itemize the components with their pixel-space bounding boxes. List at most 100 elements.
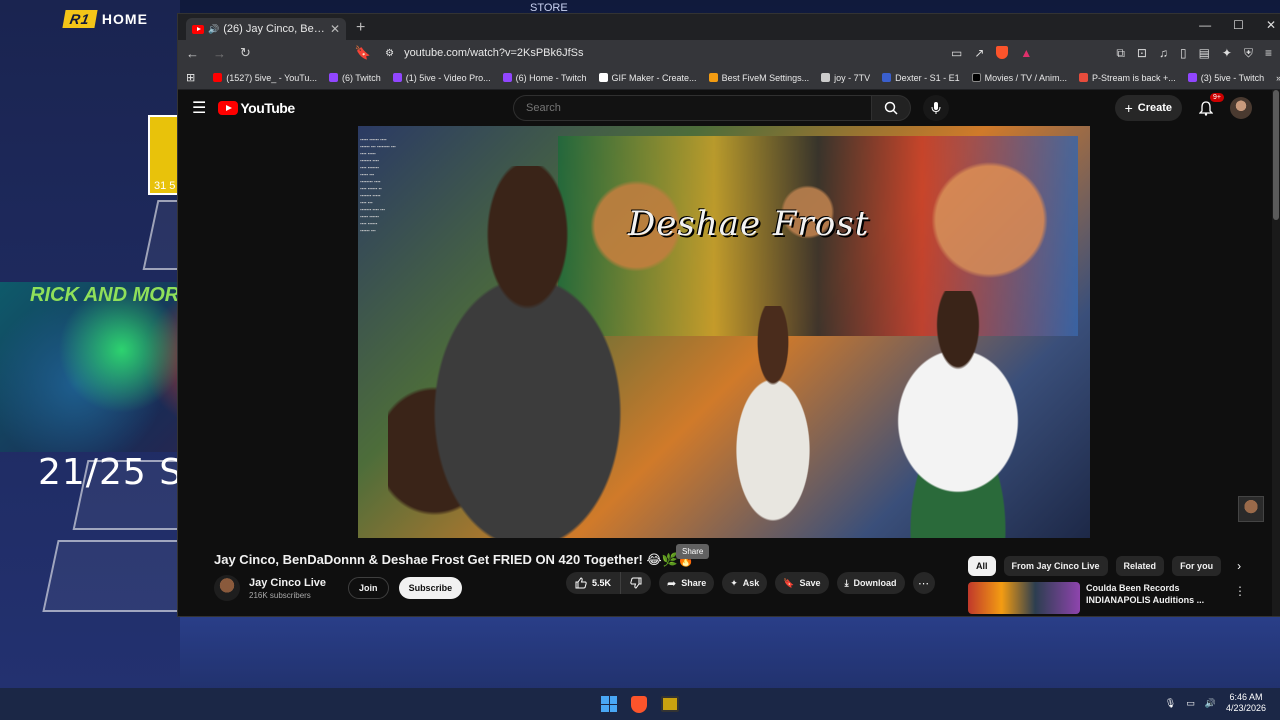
tab-youtube[interactable]: 🔊 (26) Jay Cinco, BenDaDonnn & ✕ [186,18,346,40]
more-actions-button[interactable]: ⋯ [912,572,935,594]
recommendation-item[interactable]: Coulda Been Records INDIANAPOLIS Auditio… [968,582,1246,614]
windows-start-icon[interactable] [601,696,617,712]
kebab-menu-icon[interactable]: ⋮ [1234,584,1246,614]
miniplayer-thumbnail[interactable] [1238,496,1264,522]
7tv-bookmark-icon [821,73,831,82]
scrollbar-thumb[interactable] [1273,90,1279,220]
account-avatar[interactable] [1230,97,1252,119]
clock[interactable]: 6:46 AM 4/23/2026 [1226,692,1266,714]
apps-grid-icon[interactable]: ⊞ [186,71,195,84]
game-stat-text: 31 5 [154,180,176,192]
game-app-icon[interactable] [661,696,679,712]
subscribe-button[interactable]: Subscribe [398,577,463,599]
video-player[interactable]: Deshae Frost ▪▪▪▪▪ ▪▪▪▪▪▪ ▪▪▪▪ ▪▪▪▪▪▪ ▪▪▪… [358,126,1090,538]
back-icon[interactable]: ← [186,46,199,61]
channel-info: Jay Cinco Live 216K subscribers [249,577,326,600]
share-button[interactable]: ➦ Share [659,572,715,594]
volume-icon[interactable]: 🔊 [1205,698,1216,709]
person-right [848,291,1068,538]
speaker-icon[interactable]: 🔊 [208,24,219,35]
brave-shields-icon[interactable] [996,46,1009,59]
chip-for-you[interactable]: For you [1172,556,1222,576]
ask-button[interactable]: ✦ Ask [722,572,768,594]
channel-name[interactable]: Jay Cinco Live [249,577,326,589]
save-button[interactable]: 🔖 Save [775,572,829,594]
youtube-logo[interactable]: YouTube [218,100,295,116]
share-tooltip: Share [676,544,710,559]
url-field[interactable]: ⚙ youtube.com/watch?v=2KsPBk6JfSs [385,47,937,59]
bookmark-label: Dexter - S1 - E1 [895,72,960,83]
bookmark-item[interactable]: P-Stream is back +... [1079,73,1176,83]
new-tab-button[interactable]: + [356,19,365,37]
bookmark-item[interactable]: Dexter - S1 - E1 [882,73,960,83]
maximize-icon[interactable]: ☐ [1233,18,1244,32]
store-nav-item[interactable]: STORE [530,2,568,14]
clock-time: 6:46 AM [1229,692,1263,702]
channel-avatar[interactable] [214,575,240,601]
bookmark-item[interactable]: Movies / TV / Anim... [971,72,1067,83]
address-bar: ← → ↻ 🔖 ⚙ youtube.com/watch?v=2KsPBk6JfS… [178,40,1280,66]
brave-browser-icon[interactable] [631,695,647,713]
taskbar: 🎙 ▭ 🔊 6:46 AM 4/23/2026 [0,688,1280,720]
vpn-icon[interactable]: ⛨ [1244,46,1253,61]
chip-all[interactable]: All [968,556,996,576]
bell-icon [1199,100,1213,116]
join-button[interactable]: Join [348,577,389,599]
display-tray-icon[interactable]: ▭ [1186,698,1195,709]
leo-icon[interactable]: ✦ [1222,46,1232,61]
youtube-page: ☰ YouTube + Create [178,90,1280,616]
create-label: Create [1137,102,1172,114]
brave-rewards-icon[interactable]: ▲ [1020,46,1032,60]
wallet-icon[interactable]: ▤ [1199,46,1210,61]
download-button[interactable]: ⤓ Download [836,572,905,594]
plus-icon: + [1124,100,1133,116]
bookmark-item[interactable]: (6) Home - Twitch [502,73,587,83]
bookmark-icon[interactable]: 🔖 [355,45,371,61]
page-scrollbar[interactable] [1272,90,1280,616]
recommendation-thumbnail[interactable] [968,582,1080,614]
game-logo[interactable]: R1 HOME [62,10,148,28]
menu-icon[interactable]: ≡ [1265,46,1272,61]
extensions-icon[interactable]: ⧉ [1116,46,1125,61]
music-icon[interactable]: ♫ [1159,46,1168,61]
bookmark-item[interactable]: (3) 5ive - Twitch [1187,73,1264,83]
bookmark-label: Movies / TV / Anim... [984,72,1067,83]
cast-icon[interactable]: ▭ [951,46,962,60]
bookmark-item[interactable]: GIF Maker - Create... [598,73,697,83]
more-bookmarks-icon[interactable]: » [1276,73,1280,83]
pstream-bookmark-icon [1079,73,1088,82]
game-logo-mark: R1 [62,10,98,28]
search-button[interactable] [871,95,911,121]
site-info-icon[interactable]: ⚙ [385,48,394,59]
screenshot-icon[interactable]: ⊡ [1137,46,1147,61]
close-window-icon[interactable]: ✕ [1266,18,1276,32]
voice-search-button[interactable] [923,95,949,121]
channel-subscribers: 216K subscribers [249,590,311,600]
bookmark-label: (1527) 5ive_ - YouTu... [226,72,317,83]
share-page-icon[interactable]: ↗ [974,46,984,60]
recommendation-title[interactable]: Coulda Been Records INDIANAPOLIS Auditio… [1086,582,1216,614]
chevron-right-icon[interactable]: › [1237,559,1241,573]
chip-related[interactable]: Related [1115,556,1165,576]
sidebar-icon[interactable]: ▯ [1180,46,1187,61]
bookmark-item[interactable]: joy - 7TV [821,73,870,83]
close-tab-icon[interactable]: ✕ [330,22,340,36]
dislike-button[interactable] [621,572,651,594]
search-input[interactable] [513,95,871,121]
hamburger-menu-icon[interactable]: ☰ [192,98,206,118]
recommendation-filter-chips: All From Jay Cinco Live Related For you … [968,556,1241,576]
microphone-tray-icon[interactable]: 🎙 [1165,698,1176,709]
like-button[interactable]: 5.5K [566,572,622,594]
bookmark-item[interactable]: (1) 5ive - Video Pro... [392,73,491,83]
minimize-icon[interactable]: — [1199,18,1211,32]
forward-icon[interactable]: → [213,46,226,61]
like-count: 5.5K [592,578,612,588]
notifications-button[interactable]: 9+ [1196,93,1224,118]
reload-icon[interactable]: ↻ [240,45,251,61]
bookmarks-bar: ⊞ (1527) 5ive_ - YouTu... (6) Twitch (1)… [178,66,1280,90]
bookmark-item[interactable]: (6) Twitch [328,73,381,83]
bookmark-item[interactable]: Best FiveM Settings... [708,73,809,83]
chip-from-channel[interactable]: From Jay Cinco Live [1003,556,1108,576]
bookmark-item[interactable]: (1527) 5ive_ - YouTu... [213,73,317,83]
create-button[interactable]: + Create [1114,95,1182,121]
